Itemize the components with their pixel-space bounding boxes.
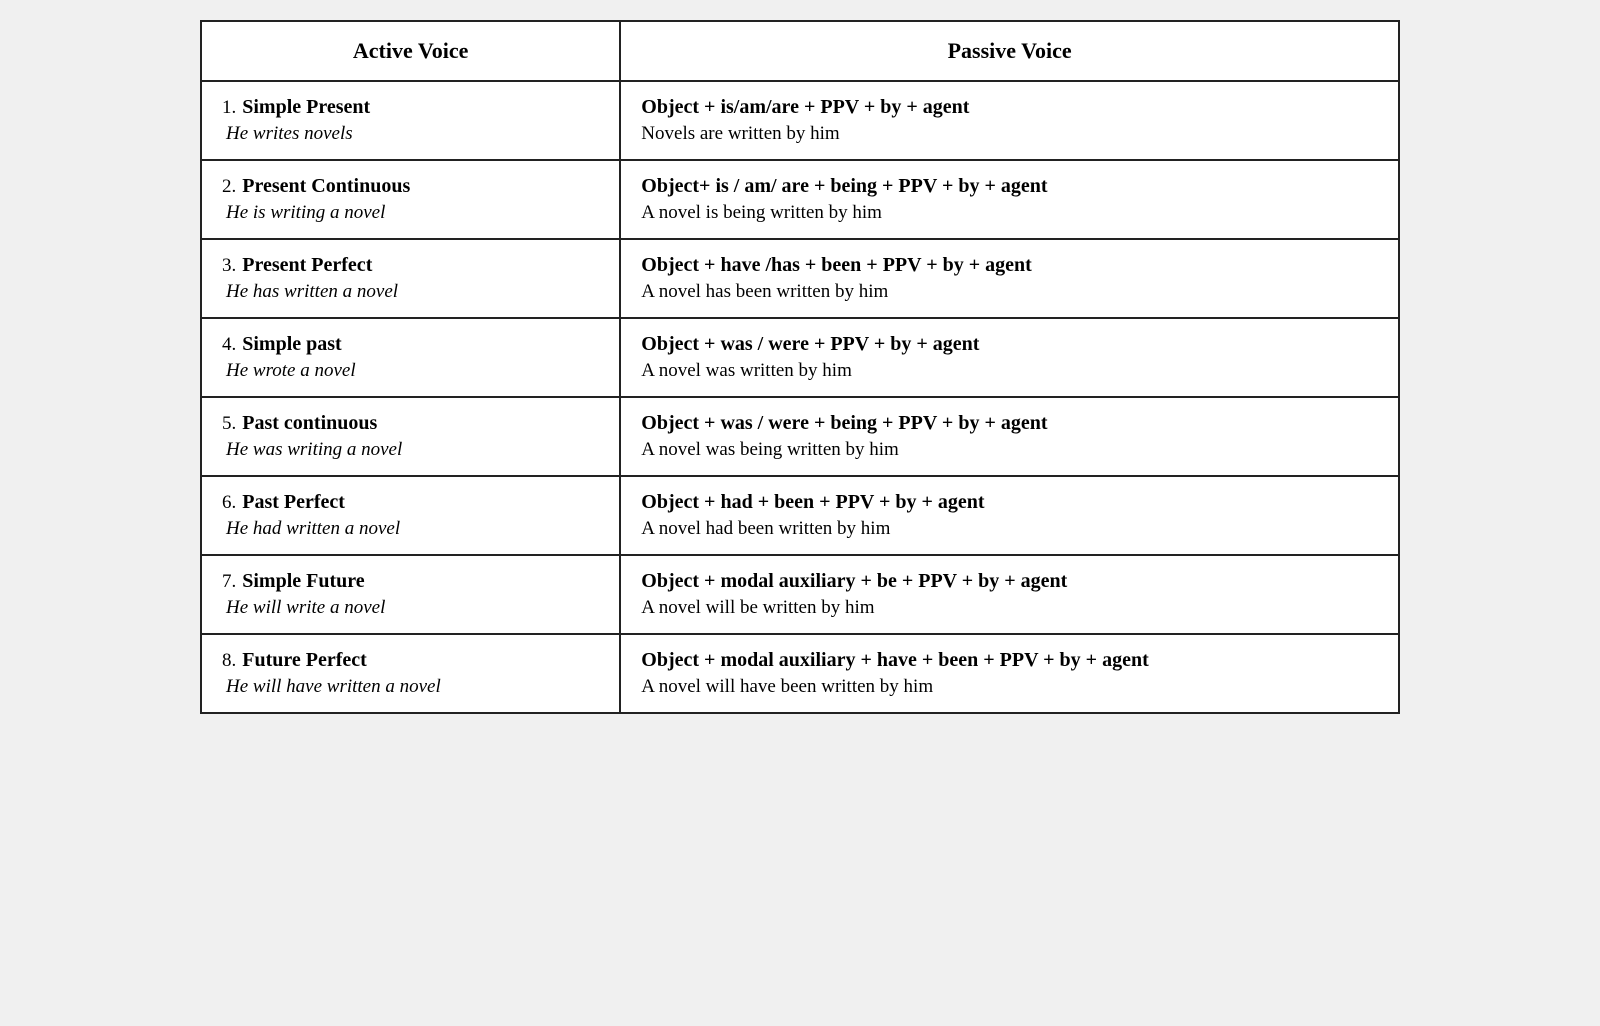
active-example-1: He writes novels xyxy=(222,123,599,145)
active-example-8: He will have written a novel xyxy=(222,676,599,698)
passive-formula-4: Object + was / were + PPV + by + agent xyxy=(641,333,1378,356)
tense-label-6: Past Perfect xyxy=(242,491,345,513)
passive-formula-7: Object + modal auxiliary + be + PPV + by… xyxy=(641,570,1378,593)
active-cell-5: 5. Past continuous He was writing a novel xyxy=(201,397,620,476)
tense-name-7: 7. Simple Future xyxy=(222,570,599,593)
passive-formula-3: Object + have /has + been + PPV + by + a… xyxy=(641,254,1378,277)
passive-formula-6: Object + had + been + PPV + by + agent xyxy=(641,491,1378,514)
table-row: 5. Past continuous He was writing a novel O… xyxy=(201,397,1399,476)
table-row: 1. Simple Present He writes novels Object +… xyxy=(201,81,1399,160)
active-cell-7: 7. Simple Future He will write a novel xyxy=(201,555,620,634)
tense-label-5: Past continuous xyxy=(242,412,377,434)
table-row: 4. Simple past He wrote a novel Object + wa… xyxy=(201,318,1399,397)
passive-formula-5: Object + was / were + being + PPV + by +… xyxy=(641,412,1378,435)
active-cell-2: 2. Present Continuous He is writing a nove… xyxy=(201,160,620,239)
passive-cell-8: Object + modal auxiliary + have + been +… xyxy=(620,634,1399,713)
passive-cell-2: Object+ is / am/ are + being + PPV + by … xyxy=(620,160,1399,239)
table-row: 7. Simple Future He will write a novel Obje… xyxy=(201,555,1399,634)
tense-name-4: 4. Simple past xyxy=(222,333,599,356)
table-row: 6. Past Perfect He had written a novel Obje… xyxy=(201,476,1399,555)
passive-example-7: A novel will be written by him xyxy=(641,597,1378,619)
header-active: Active Voice xyxy=(201,21,620,81)
passive-formula-1: Object + is/am/are + PPV + by + agent xyxy=(641,96,1378,119)
tense-name-8: 8. Future Perfect xyxy=(222,649,599,672)
passive-example-4: A novel was written by him xyxy=(641,360,1378,382)
passive-cell-6: Object + had + been + PPV + by + agent A … xyxy=(620,476,1399,555)
passive-cell-5: Object + was / were + being + PPV + by +… xyxy=(620,397,1399,476)
tense-name-6: 6. Past Perfect xyxy=(222,491,599,514)
table-row: 3. Present Perfect He has written a novel O… xyxy=(201,239,1399,318)
active-cell-4: 4. Simple past He wrote a novel xyxy=(201,318,620,397)
row-num-2: 2. xyxy=(222,176,236,197)
active-example-7: He will write a novel xyxy=(222,597,599,619)
passive-example-8: A novel will have been written by him xyxy=(641,676,1378,698)
active-cell-6: 6. Past Perfect He had written a novel xyxy=(201,476,620,555)
tense-name-2: 2. Present Continuous xyxy=(222,175,599,198)
passive-cell-1: Object + is/am/are + PPV + by + agent Nov… xyxy=(620,81,1399,160)
passive-cell-4: Object + was / were + PPV + by + agent A … xyxy=(620,318,1399,397)
row-num-4: 4. xyxy=(222,334,236,355)
table-row: 2. Present Continuous He is writing a nove… xyxy=(201,160,1399,239)
tense-label-8: Future Perfect xyxy=(242,649,367,671)
row-num-1: 1. xyxy=(222,97,236,118)
table-row: 8. Future Perfect He will have written a n… xyxy=(201,634,1399,713)
tense-name-1: 1. Simple Present xyxy=(222,96,599,119)
passive-cell-7: Object + modal auxiliary + be + PPV + by… xyxy=(620,555,1399,634)
active-example-2: He is writing a novel xyxy=(222,202,599,224)
tense-name-3: 3. Present Perfect xyxy=(222,254,599,277)
active-cell-8: 8. Future Perfect He will have written a n… xyxy=(201,634,620,713)
tense-label-7: Simple Future xyxy=(242,570,364,592)
active-cell-3: 3. Present Perfect He has written a novel xyxy=(201,239,620,318)
tense-label-1: Simple Present xyxy=(242,96,370,118)
grammar-table: Active Voice Passive Voice 1. Simple Pres… xyxy=(200,20,1400,714)
passive-formula-8: Object + modal auxiliary + have + been +… xyxy=(641,649,1378,672)
passive-formula-2: Object+ is / am/ are + being + PPV + by … xyxy=(641,175,1378,198)
tense-label-3: Present Perfect xyxy=(242,254,372,276)
row-num-5: 5. xyxy=(222,413,236,434)
active-example-3: He has written a novel xyxy=(222,281,599,303)
passive-example-1: Novels are written by him xyxy=(641,123,1378,145)
active-example-5: He was writing a novel xyxy=(222,439,599,461)
passive-cell-3: Object + have /has + been + PPV + by + a… xyxy=(620,239,1399,318)
active-example-6: He had written a novel xyxy=(222,518,599,540)
row-num-7: 7. xyxy=(222,571,236,592)
tense-name-5: 5. Past continuous xyxy=(222,412,599,435)
row-num-6: 6. xyxy=(222,492,236,513)
tense-label-4: Simple past xyxy=(242,333,341,355)
passive-example-3: A novel has been written by him xyxy=(641,281,1378,303)
tense-label-2: Present Continuous xyxy=(242,175,410,197)
passive-example-6: A novel had been written by him xyxy=(641,518,1378,540)
active-example-4: He wrote a novel xyxy=(222,360,599,382)
passive-example-2: A novel is being written by him xyxy=(641,202,1378,224)
active-cell-1: 1. Simple Present He writes novels xyxy=(201,81,620,160)
header-passive: Passive Voice xyxy=(620,21,1399,81)
passive-example-5: A novel was being written by him xyxy=(641,439,1378,461)
row-num-8: 8. xyxy=(222,650,236,671)
row-num-3: 3. xyxy=(222,255,236,276)
grammar-table-wrapper: Active Voice Passive Voice 1. Simple Pres… xyxy=(200,20,1400,714)
